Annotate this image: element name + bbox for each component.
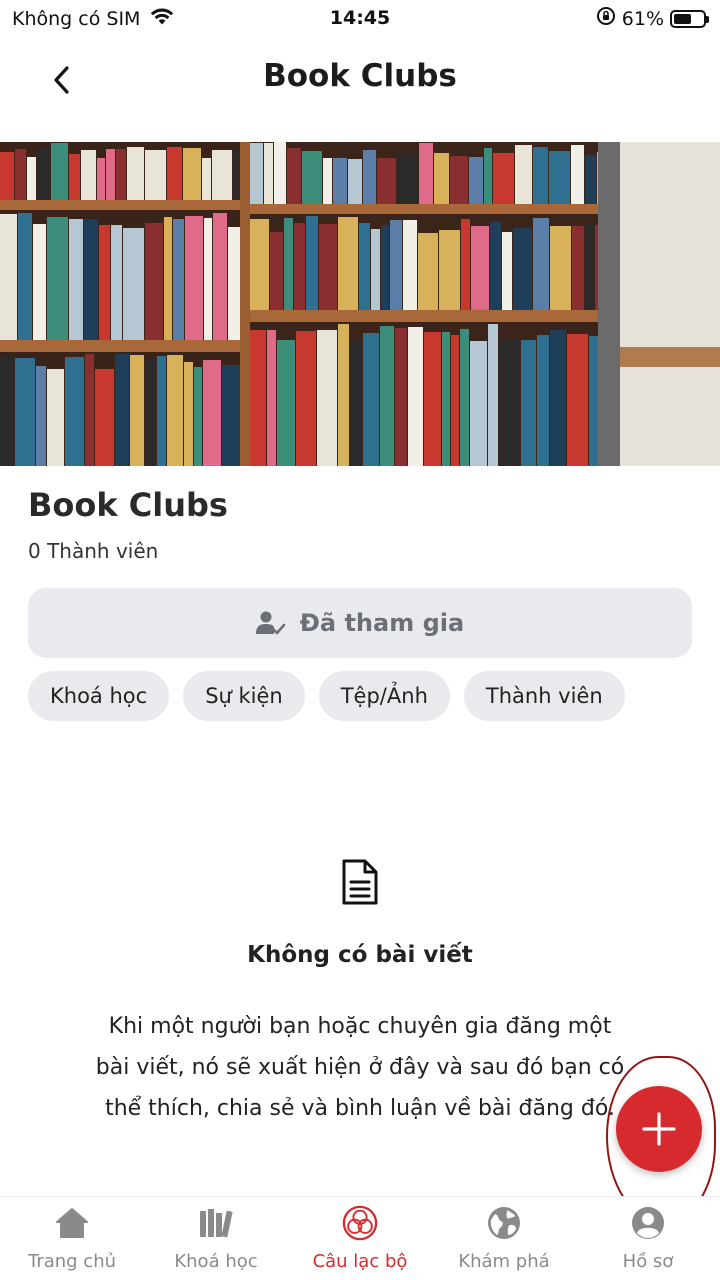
nav-courses[interactable]: Khoá học	[144, 1197, 288, 1280]
cover-image	[0, 142, 720, 466]
nav-clubs[interactable]: Câu lạc bộ	[288, 1197, 432, 1280]
chip-files[interactable]: Tệp/Ảnh	[318, 671, 450, 721]
battery-icon	[670, 9, 709, 28]
empty-desc-line-1: Khi một người bạn hoặc chuyên gia đăng m…	[108, 1014, 612, 1039]
joined-button[interactable]: Đã tham gia	[28, 588, 692, 658]
empty-description: Khi một người bạn hoặc chuyên gia đăng m…	[60, 1006, 660, 1129]
status-bar: Không có SIM 14:45 61%	[0, 0, 720, 36]
document-icon	[342, 859, 378, 905]
books-icon	[198, 1205, 234, 1241]
club-icon	[342, 1205, 378, 1241]
globe-icon	[486, 1205, 522, 1241]
empty-desc-line-2: bài viết, nó sẽ xuất hiện ở đây và sau đ…	[95, 1055, 625, 1080]
chip-courses[interactable]: Khoá học	[28, 671, 170, 721]
nav-profile-label: Hồ sơ	[622, 1251, 674, 1272]
nav-explore-label: Khám phá	[458, 1251, 550, 1272]
empty-title: Không có bài viết	[247, 942, 473, 968]
club-name: Book Clubs	[28, 486, 228, 524]
bottom-nav: Trang chủ Khoá học Câu lạc bộ Khám phá H…	[0, 1196, 720, 1280]
status-right: 61%	[596, 6, 709, 31]
nav-courses-label: Khoá học	[174, 1251, 258, 1272]
profile-icon	[630, 1205, 666, 1241]
empty-desc-line-3: thể thích, chia sẻ và bình luận về bài đ…	[105, 1096, 615, 1121]
orientation-lock-icon	[596, 6, 616, 31]
home-icon	[54, 1205, 90, 1241]
member-count: 0 Thành viên	[28, 539, 159, 563]
chip-events[interactable]: Sự kiện	[183, 671, 305, 721]
create-post-button[interactable]	[616, 1086, 702, 1172]
nav-profile[interactable]: Hồ sơ	[576, 1197, 720, 1280]
header: Book Clubs	[0, 36, 720, 122]
plus-icon	[642, 1112, 676, 1146]
page-title: Book Clubs	[263, 58, 457, 94]
user-check-icon	[255, 610, 286, 636]
nav-home-label: Trang chủ	[27, 1251, 117, 1272]
tab-chips: Khoá học Sự kiện Tệp/Ảnh Thành viên	[28, 671, 639, 721]
chip-members[interactable]: Thành viên	[463, 671, 625, 721]
battery-percent: 61%	[621, 7, 664, 30]
nav-home[interactable]: Trang chủ	[0, 1197, 144, 1280]
nav-explore[interactable]: Khám phá	[432, 1197, 576, 1280]
nav-clubs-label: Câu lạc bộ	[312, 1251, 408, 1272]
battery-fill	[674, 13, 692, 24]
joined-label: Đã tham gia	[299, 609, 465, 637]
